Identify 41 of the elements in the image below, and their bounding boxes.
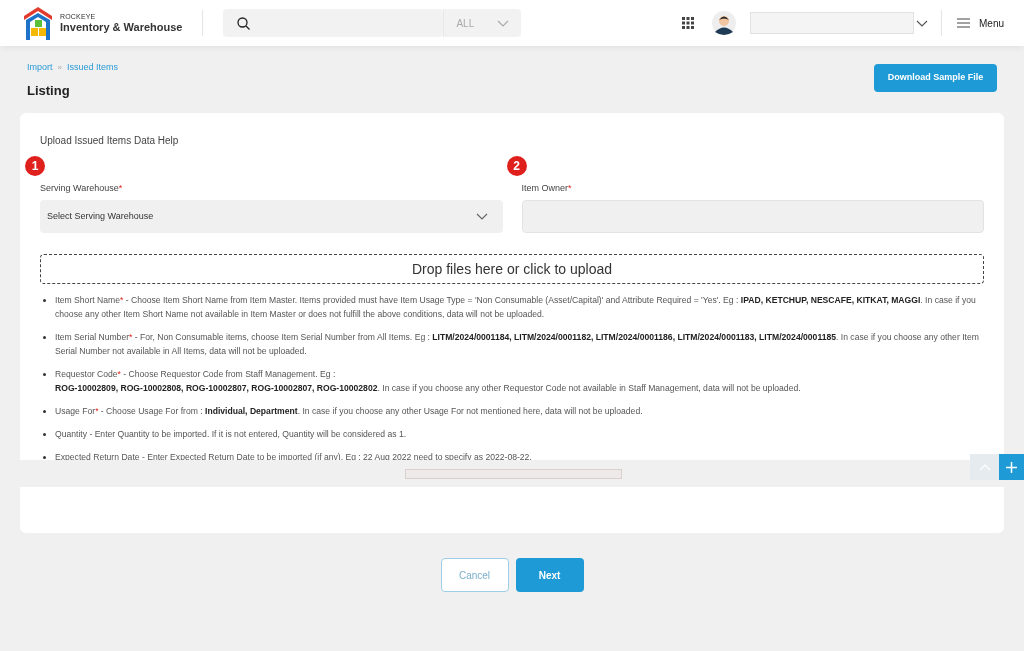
help-item: Item Short Name* - Choose Item Short Name from Item Master. Items provided must have Item Usage Type = 'Non Consumable (Asset/Capital)' and Attribute Required = 'Yes'. Eg : IPAD, KETCHUP, NESCAFE, KITKAT, MAGGI. In case if you choose any other Item Short Name not available in Item Master or does not fulfill the above conditions, data will not be uploaded. — [55, 294, 977, 321]
menu-icon — [957, 18, 970, 28]
breadcrumb-separator: » — [57, 61, 62, 74]
menu-button[interactable]: Menu — [957, 15, 1004, 31]
help-item: Item Serial Number* - For, Non Consumable items, choose Item Serial Number from All Items. Eg : LITM/2024/0001184, LITM/2024/0001182, LITM/2024/0001186, LITM/2024/0001183, LITM/2024/0001185. In case if you choose any other Item Serial Number not available in All Items, data will not be uploaded. — [55, 331, 980, 358]
bullet-icon — [43, 299, 46, 302]
field-label: Item Owner* — [521, 182, 573, 194]
cancel-button[interactable]: Cancel — [440, 558, 509, 592]
avatar-icon[interactable] — [712, 11, 736, 35]
help-item: Quantity - Enter Quantity to be imported. If it is not entered, Quantity will be considered as 1. — [55, 428, 407, 441]
chevron-down-icon — [497, 19, 510, 27]
download-sample-button[interactable]: Download Sample File — [874, 64, 997, 92]
field-label: Serving Warehouse* — [40, 182, 124, 194]
file-dropzone[interactable]: Drop files here or click to upload — [40, 254, 984, 284]
search-field[interactable] — [223, 9, 444, 37]
chevron-down-icon — [475, 213, 488, 220]
breadcrumb-link[interactable]: Import — [27, 61, 53, 75]
next-button[interactable]: Next — [515, 558, 584, 592]
step-badge: 1 — [25, 156, 45, 176]
add-button[interactable] — [999, 454, 1024, 480]
bullet-icon — [43, 373, 46, 376]
bullet-icon — [43, 456, 46, 459]
search-icon — [237, 16, 251, 30]
step-badge: 2 — [506, 156, 527, 176]
chevron-up-icon — [978, 463, 991, 471]
logo-icon — [23, 6, 53, 40]
chevron-down-icon[interactable] — [916, 19, 928, 27]
plus-icon — [1006, 461, 1017, 473]
bullet-icon — [43, 410, 46, 413]
help-title: Upload Issued Items Data Help — [40, 134, 180, 148]
bullet-icon — [43, 336, 46, 339]
input-field[interactable] — [521, 200, 984, 233]
scope-dropdown[interactable]: ALL — [443, 9, 522, 37]
help-item: Requestor Code* - Choose Requestor Code from Staff Management. Eg : ROG-10002809, ROG-10002808, ROG-10002807, ROG-10002807, ROG-10002802. In case if you choose any other Requestor Code not available in Staff Management, data will not be uploaded. — [55, 368, 801, 395]
breadcrumb-link[interactable]: Issued Items — [66, 61, 118, 75]
page-title: Listing — [27, 81, 71, 100]
help-item: Usage For* - Choose Usage For from : Individual, Department. In case if you choose any other Usage For not mentioned here, data will not be uploaded. — [55, 405, 643, 418]
apps-grid-icon[interactable] — [682, 17, 694, 29]
bullet-icon — [43, 433, 46, 436]
brand-name: Inventory & Warehouse — [60, 22, 183, 33]
warehouse-select[interactable]: Select Serving Warehouse — [40, 200, 503, 233]
